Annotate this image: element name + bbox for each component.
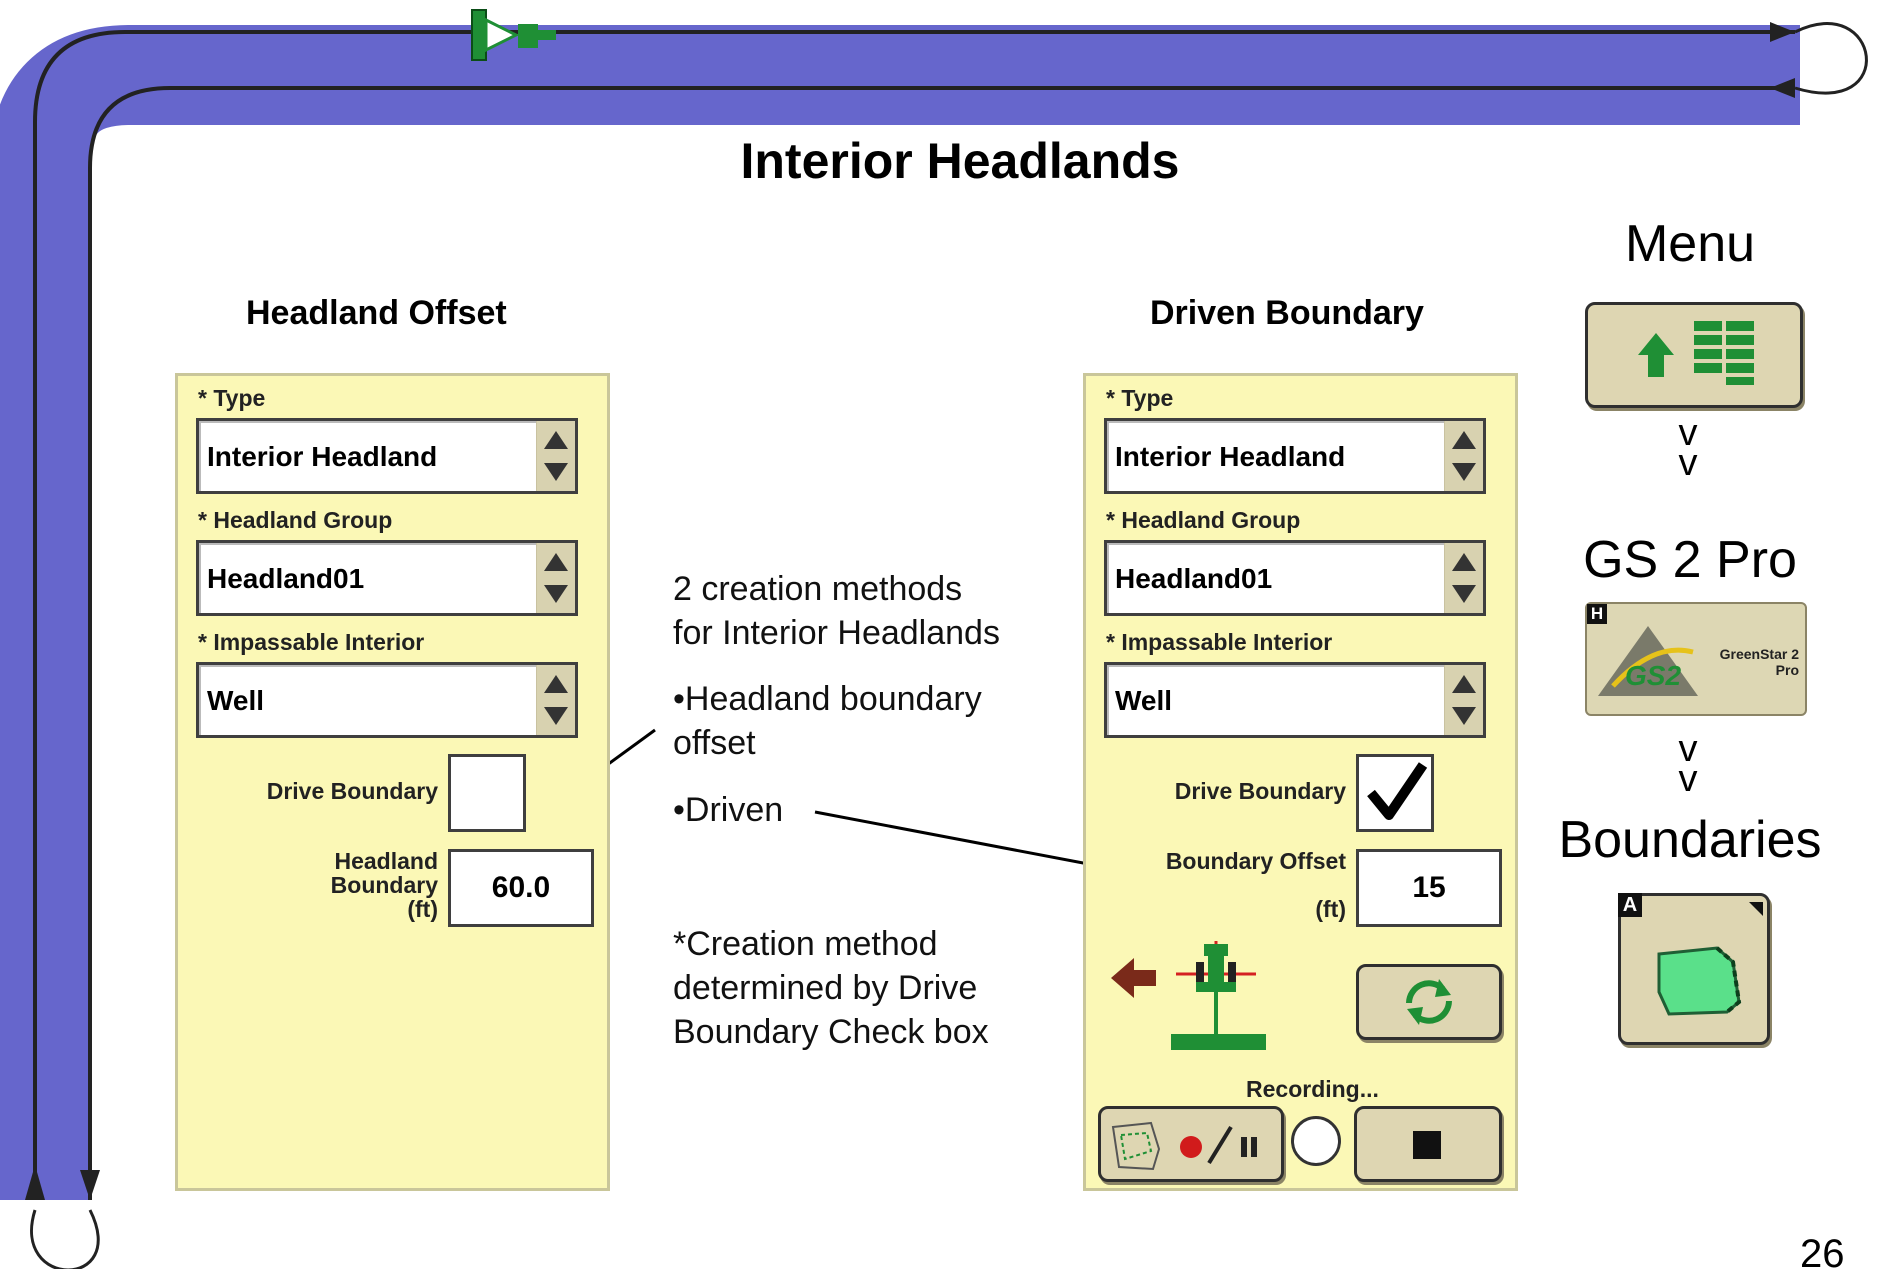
headland-offset-heading: Headland Offset <box>246 294 507 332</box>
headland-group-label: * Headland Group <box>1106 507 1301 533</box>
down-arrow-2: vv <box>1678 728 1698 800</box>
headland-group-spinner[interactable] <box>536 543 575 613</box>
headland-offset-panel: * Type Interior Headland * Headland Grou… <box>175 373 610 1191</box>
slide-title: Interior Headlands <box>740 133 1180 189</box>
headland-boundary-label: Headland Boundary (ft) <box>330 848 438 922</box>
drive-boundary-checkbox[interactable] <box>448 754 526 832</box>
type-spinner[interactable] <box>536 421 575 491</box>
up-down-arrows-icon <box>544 431 568 481</box>
boundary-shape-icon <box>1111 1121 1161 1171</box>
boundary-offset-label: Boundary Offset <box>1165 848 1346 874</box>
headland-group-value: Headland01 <box>207 563 365 594</box>
bullet-headland-offset: •Headland boundary offset <box>673 680 982 762</box>
stop-icon <box>1413 1131 1441 1159</box>
type-select[interactable]: Interior Headland <box>1104 418 1486 494</box>
headland-group-value: Headland01 <box>1115 563 1273 594</box>
type-select[interactable]: Interior Headland <box>196 418 578 494</box>
up-down-arrows-icon <box>1452 553 1476 603</box>
menu-label: Menu <box>1624 215 1756 273</box>
up-down-arrows-icon <box>544 675 568 725</box>
menu-button[interactable] <box>1585 302 1803 408</box>
boundaries-badge: A <box>1618 893 1642 917</box>
up-down-arrows-icon <box>544 553 568 603</box>
gs2-pro-button[interactable]: H GS2 GreenStar 2 Pro <box>1585 602 1807 716</box>
up-down-arrows-icon <box>1452 675 1476 725</box>
boundary-offset-unit: (ft) <box>1315 896 1346 922</box>
up-down-arrows-icon <box>1452 431 1476 481</box>
menu-grid-icon <box>1638 321 1754 385</box>
gs2-label: GS 2 Pro <box>1583 531 1797 589</box>
recording-indicator <box>1291 1116 1341 1166</box>
gs2-product-name: GreenStar 2 Pro <box>1719 646 1799 678</box>
driven-boundary-panel: * Type Interior Headland * Headland Grou… <box>1083 373 1518 1191</box>
type-value: Interior Headland <box>207 441 438 472</box>
impassable-interior-select[interactable]: Well <box>1104 662 1486 738</box>
bullet-driven: •Driven <box>673 791 784 829</box>
boundary-field-icon <box>1657 902 1763 1016</box>
gs2-badge: H <box>1587 604 1607 624</box>
record-pause-button[interactable] <box>1098 1106 1284 1182</box>
impassable-interior-select[interactable]: Well <box>196 662 578 738</box>
boundaries-label: Boundaries <box>1558 811 1822 869</box>
creation-methods-note: 2 creation methods for Interior Headland… <box>673 570 1000 652</box>
headland-group-select[interactable]: Headland01 <box>1104 540 1486 616</box>
driven-boundary-heading: Driven Boundary <box>1150 294 1424 332</box>
stop-button[interactable] <box>1354 1106 1502 1182</box>
headland-group-spinner[interactable] <box>1444 543 1483 613</box>
type-label: * Type <box>198 385 266 411</box>
page-number: 26 <box>1800 1232 1845 1276</box>
impassable-interior-value: Well <box>207 685 265 716</box>
headland-boundary-input[interactable]: 60.0 <box>448 849 594 927</box>
gs2-logo-text: GS2 <box>1625 660 1682 691</box>
refresh-icon <box>1406 979 1452 1025</box>
impassable-interior-label: * Impassable Interior <box>1106 629 1333 655</box>
headland-group-select[interactable]: Headland01 <box>196 540 578 616</box>
refresh-button[interactable] <box>1356 964 1502 1040</box>
record-pause-icon <box>1180 1125 1257 1165</box>
recording-label: Recording... <box>1246 1076 1379 1102</box>
impassable-interior-label: * Impassable Interior <box>198 629 425 655</box>
drive-boundary-label: Drive Boundary <box>1174 778 1346 804</box>
impassable-interior-value: Well <box>1115 685 1173 716</box>
drive-boundary-checkbox[interactable] <box>1356 754 1434 832</box>
impassable-interior-spinner[interactable] <box>1444 665 1483 735</box>
headland-group-label: * Headland Group <box>198 507 393 533</box>
tractor-offset-icon <box>1111 941 1266 1050</box>
type-spinner[interactable] <box>1444 421 1483 491</box>
drive-boundary-label: Drive Boundary <box>266 778 438 804</box>
type-label: * Type <box>1106 385 1174 411</box>
type-value: Interior Headland <box>1115 441 1346 472</box>
impassable-interior-spinner[interactable] <box>536 665 575 735</box>
boundary-offset-input[interactable]: 15 <box>1356 849 1502 927</box>
creation-method-note: *Creation method determined by Drive Bou… <box>673 925 989 1051</box>
down-arrow-1: vv <box>1678 412 1698 484</box>
boundaries-button[interactable]: A <box>1618 893 1770 1045</box>
checkmark-icon <box>1367 762 1428 820</box>
